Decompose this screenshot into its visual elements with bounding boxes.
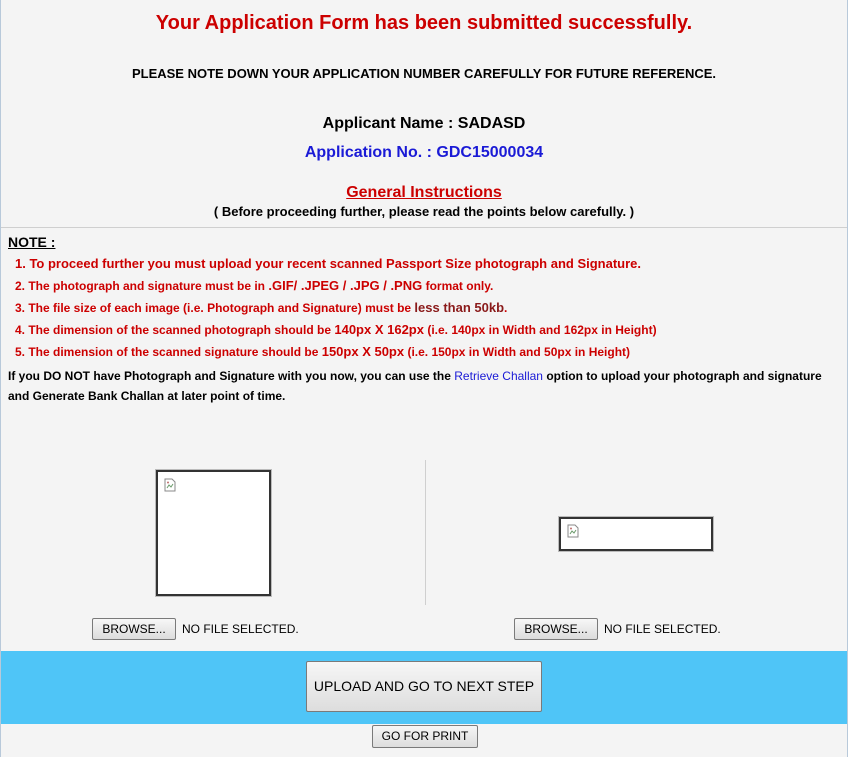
instruction-text: (i.e. 140px in Width and 162px in Height… xyxy=(423,323,657,337)
instruction-text: 2. The photograph and signature must be … xyxy=(15,279,269,293)
applicant-name-label: Applicant Name : xyxy=(322,115,458,132)
photo-file-status: NO FILE SELECTED. xyxy=(182,622,299,636)
application-number-row: Application No. : GDC15000034 xyxy=(1,144,847,162)
instruction-item-3: 3. The file size of each image (i.e. Pho… xyxy=(15,300,507,315)
signature-file-status: NO FILE SELECTED. xyxy=(604,622,721,636)
applicant-name-row: Applicant Name : SADASD xyxy=(1,115,847,133)
applicant-name-value: SADASD xyxy=(457,115,526,132)
instruction-item-1: 1. To proceed further you must upload yo… xyxy=(15,256,642,271)
signature-preview xyxy=(559,517,713,551)
note-heading: NOTE : xyxy=(8,234,56,250)
page-frame: Your Application Form has been submitted… xyxy=(0,0,848,757)
success-message: Your Application Form has been submitted… xyxy=(155,12,693,34)
instruction-text: (i.e. 150px in Width and 50px in Height) xyxy=(404,345,631,359)
retrieve-challan-info: If you DO NOT have Photograph and Signat… xyxy=(8,366,838,406)
section-divider xyxy=(1,227,847,228)
instruction-emphasis: .GIF/ .JPEG / .JPG / .PNG xyxy=(268,278,423,293)
instruction-item-4: 4. The dimension of the scanned photogra… xyxy=(15,322,657,337)
instruction-item-2: 2. The photograph and signature must be … xyxy=(15,278,493,293)
instruction-text: format only. xyxy=(422,279,494,293)
photo-preview xyxy=(156,470,271,596)
photo-browse-button[interactable]: BROWSE... xyxy=(92,618,176,640)
retrieve-challan-link[interactable]: Retrieve Challan xyxy=(454,369,543,383)
upload-column-separator xyxy=(425,460,426,605)
instruction-text: 4. The dimension of the scanned photogra… xyxy=(15,323,335,337)
broken-image-icon xyxy=(164,478,176,492)
go-for-print-button[interactable]: GO FOR PRINT xyxy=(372,725,478,748)
instruction-text: 5. The dimension of the scanned signatur… xyxy=(15,345,322,359)
broken-image-icon xyxy=(567,524,579,538)
general-instructions-title: General Instructions xyxy=(346,184,502,201)
general-instructions-subtitle: ( Before proceeding further, please read… xyxy=(213,204,635,219)
instruction-emphasis: 150px X 50px xyxy=(321,344,405,359)
info-text: If you DO NOT have Photograph and Signat… xyxy=(8,369,455,383)
note-down-message: PLEASE NOTE DOWN YOUR APPLICATION NUMBER… xyxy=(131,66,717,81)
signature-browse-button[interactable]: BROWSE... xyxy=(514,618,598,640)
instruction-item-5: 5. The dimension of the scanned signatur… xyxy=(15,344,630,359)
upload-next-step-button[interactable]: UPLOAD AND GO TO NEXT STEP xyxy=(306,661,542,712)
instruction-emphasis: 140px X 162px xyxy=(334,322,424,337)
instruction-text: . xyxy=(504,301,508,315)
instruction-emphasis: less than 50kb xyxy=(414,300,505,315)
application-number-value: GDC15000034 xyxy=(436,144,544,161)
application-number-label: Application No. : xyxy=(304,144,437,161)
instruction-text: 3. The file size of each image (i.e. Pho… xyxy=(15,301,415,315)
